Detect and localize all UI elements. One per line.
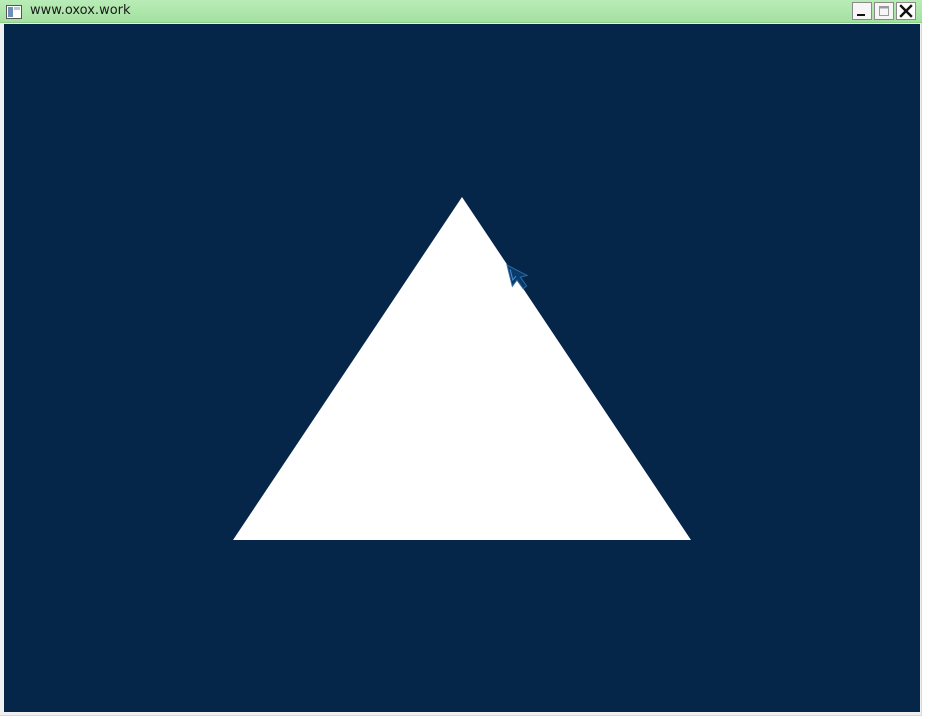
app-window: www.oxox.work xyxy=(0,0,922,716)
window-icon[interactable] xyxy=(6,4,22,19)
window-title: www.oxox.work xyxy=(30,3,131,18)
desktop-edge xyxy=(922,0,930,719)
title-bar[interactable]: www.oxox.work xyxy=(0,0,922,23)
minimize-button[interactable] xyxy=(852,2,872,20)
maximize-icon xyxy=(875,3,893,19)
minimize-icon xyxy=(853,3,871,19)
close-button[interactable] xyxy=(896,2,916,20)
canvas-drawing xyxy=(233,197,691,540)
close-icon xyxy=(897,3,915,19)
white-triangle xyxy=(233,197,691,540)
render-canvas[interactable] xyxy=(4,24,920,712)
maximize-button[interactable] xyxy=(874,2,894,20)
